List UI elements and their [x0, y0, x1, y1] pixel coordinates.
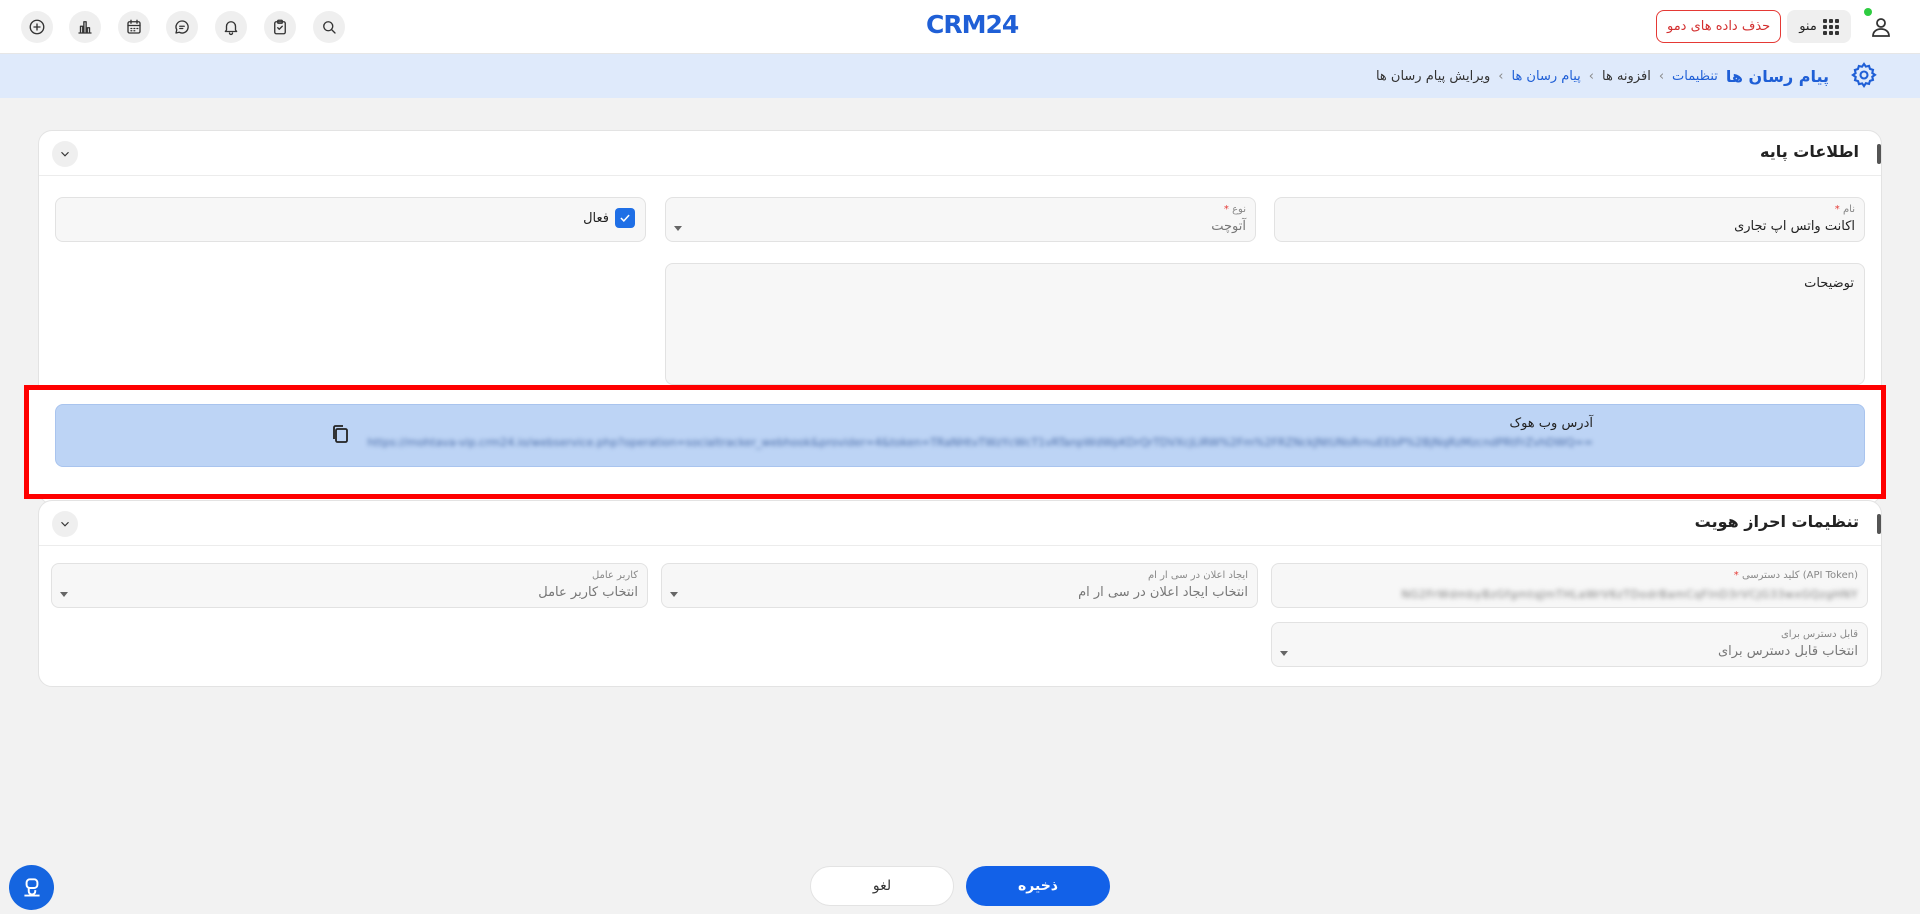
api-token-label: کلید دسترسی (API Token) — [1741, 570, 1858, 581]
breadcrumb-item-messengers[interactable]: پیام رسان ها — [1511, 69, 1580, 84]
clipboard-icon — [274, 19, 286, 35]
basic-info-header[interactable]: اطلاعات پایه — [39, 131, 1881, 176]
menu-button[interactable]: منو — [1787, 10, 1851, 43]
title-accent — [1877, 514, 1881, 534]
chevron-left-icon: ‹ — [1498, 68, 1504, 84]
plus-circle-icon — [29, 19, 45, 35]
agent-user-select[interactable]: کاربر عامل انتخاب کاربر عامل — [51, 563, 648, 608]
chat-button[interactable] — [166, 11, 198, 43]
auth-settings-title: تنظیمات احراز هویت — [1694, 512, 1859, 531]
accessible-for-select[interactable]: قابل دسترس برای انتخاب قابل دسترس برای — [1271, 622, 1868, 667]
caret-down-icon — [60, 592, 68, 597]
crm-notification-label: ایجاد اعلان در سی ار ام — [1147, 570, 1248, 581]
agent-user-placeholder: انتخاب کاربر عامل — [538, 585, 638, 600]
grid-icon — [1822, 18, 1839, 35]
api-token-value: NG2FrWdmbyBzGfgmtqJmTHLaWrV6zTDodrBamCqF… — [1401, 588, 1858, 601]
type-value: آتوچت — [1211, 219, 1246, 234]
delete-demo-data-button[interactable]: حذف داده های دمو — [1656, 10, 1782, 43]
crm24-logo[interactable]: CRM24 — [926, 10, 1019, 39]
assistant-icon — [23, 877, 40, 897]
assistant-button[interactable] — [9, 865, 54, 910]
settings-gear[interactable] — [1850, 61, 1878, 89]
calendar-icon — [127, 19, 141, 34]
caret-down-icon — [1280, 651, 1288, 656]
gear-icon — [1851, 62, 1877, 88]
active-label: فعال — [583, 210, 609, 226]
chevron-left-icon: ‹ — [1588, 68, 1594, 84]
chevron-down-icon — [61, 151, 69, 157]
caret-down-icon — [670, 592, 678, 597]
basic-info-title: اطلاعات پایه — [1759, 142, 1859, 161]
agent-user-label: کاربر عامل — [591, 570, 638, 581]
auth-settings-header[interactable]: تنظیمات احراز هویت — [39, 501, 1881, 546]
type-label: نوع — [1232, 204, 1246, 215]
check-icon — [620, 214, 630, 223]
type-select[interactable]: * نوع آتوچت — [665, 197, 1256, 242]
breadcrumb-item-settings[interactable]: تنظیمات — [1672, 69, 1718, 84]
name-field[interactable]: * نام اکانت واتس اپ تجاری — [1274, 197, 1865, 242]
webhook-url-value: https://mohtava-vip.crm24.io/webservice.… — [367, 436, 1593, 449]
chevron-left-icon: ‹ — [1658, 68, 1665, 84]
tasks-button[interactable] — [264, 11, 296, 43]
breadcrumb-item-addons[interactable]: افزونه ها — [1602, 69, 1651, 84]
page-title[interactable]: پیام رسان ها — [1726, 67, 1829, 86]
crm-notification-select[interactable]: ایجاد اعلان در سی ار ام انتخاب ایجاد اعل… — [661, 563, 1258, 608]
accessible-for-placeholder: انتخاب قابل دسترس برای — [1717, 644, 1858, 659]
breadcrumb-item-edit: ویرایش پیام رسان ها — [1375, 68, 1491, 84]
chat-icon — [175, 20, 189, 34]
collapse-auth-settings-button[interactable] — [52, 511, 78, 537]
collapse-basic-info-button[interactable] — [52, 141, 78, 167]
crm-notification-placeholder: انتخاب ایجاد اعلان در سی ار ام — [1078, 585, 1248, 600]
webhook-url-field[interactable]: آدرس وب هوک https://mohtava-vip.crm24.io… — [55, 404, 1865, 467]
copy-icon[interactable] — [331, 424, 349, 444]
cancel-button[interactable]: لغو — [810, 866, 954, 906]
save-button[interactable]: ذخیره — [966, 866, 1110, 906]
search-icon — [323, 21, 336, 34]
name-value: اکانت واتس اپ تجاری — [1734, 219, 1855, 234]
title-accent — [1877, 144, 1881, 164]
menu-label: منو — [1799, 19, 1817, 34]
description-textarea[interactable]: توضیحات — [665, 263, 1865, 385]
api-token-field[interactable]: * کلید دسترسی (API Token) NG2FrWdmbyBzGf… — [1271, 563, 1868, 608]
user-icon — [1872, 18, 1890, 37]
reports-button[interactable] — [69, 11, 101, 43]
bell-icon — [224, 21, 238, 36]
bar-chart-icon — [78, 21, 92, 34]
caret-down-icon — [674, 226, 682, 231]
online-status-dot — [1864, 8, 1872, 16]
notifications-button[interactable] — [215, 11, 247, 43]
description-label: توضیحات — [1804, 276, 1854, 291]
active-field: فعال — [55, 197, 646, 242]
chevron-down-icon — [61, 521, 69, 527]
search-button[interactable] — [313, 11, 345, 43]
name-label: نام — [1842, 204, 1855, 215]
webhook-label: آدرس وب هوک — [1509, 416, 1593, 431]
breadcrumb: پیام رسان ها تنظیمات ‹ افزونه ها ‹ پیام … — [1376, 64, 1829, 88]
add-button[interactable] — [21, 11, 53, 43]
calendar-button[interactable] — [118, 11, 150, 43]
accessible-for-label: قابل دسترس برای — [1780, 629, 1858, 640]
active-checkbox[interactable] — [615, 208, 635, 228]
